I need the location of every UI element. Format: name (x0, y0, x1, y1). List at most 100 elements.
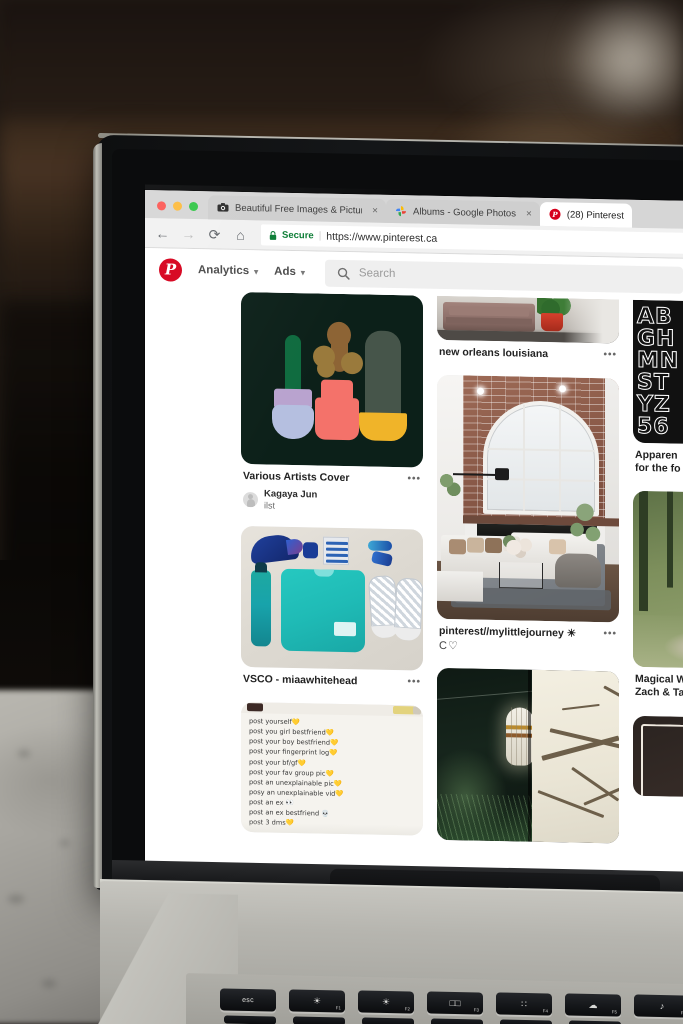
garden-blossom-artwork (633, 491, 683, 671)
pin-image[interactable] (437, 668, 619, 844)
pin-overflow-button[interactable]: ••• (407, 677, 421, 690)
back-button[interactable]: ← (155, 225, 170, 241)
pin-title-line2: Zach & Ta (635, 686, 683, 700)
feed-column-1: Various Artists Cover ••• Kagaya Jun ils… (241, 291, 423, 856)
laptop-lid-left-edge (93, 142, 102, 889)
pin-meta: Magical W Zach & Ta (633, 667, 683, 703)
cactus-cover-artwork (241, 291, 423, 468)
pin-author-names: Kagaya Jun ilst (264, 489, 317, 512)
search-input[interactable]: Search (324, 259, 683, 294)
pin-image[interactable]: post yourself💛 post you girl bestfriend💛… (241, 702, 423, 837)
pin-meta: pinterest//mylittlejourney ☀ ••• C♡ (437, 619, 619, 656)
browser-tab-2-title: Albums - Google Photos (413, 205, 516, 219)
scrunchie-item (368, 540, 392, 552)
pin-image[interactable] (633, 715, 683, 799)
browser-tab-2[interactable]: Albums - Google Photos × (386, 198, 540, 226)
pin-card[interactable]: AB GH MN ST YZ 56 Apparen for the fo (633, 299, 683, 479)
pin-title-row: Various Artists Cover ••• (243, 470, 421, 487)
key-esc[interactable]: esc (220, 988, 276, 1012)
key-f4[interactable]: ∷ F4 (496, 992, 552, 1016)
url-text: https://www.pinterest.ca (326, 230, 438, 245)
key-f6[interactable]: ♪ F6 (634, 994, 683, 1018)
pin-author[interactable]: Kagaya Jun ilst (243, 488, 421, 514)
pin-card[interactable]: Magical W Zach & Ta (633, 491, 683, 703)
key-f3-label: F3 (473, 1007, 479, 1013)
photo-scene: Beautiful Free Images & Pictur × Albums … (0, 0, 683, 1024)
address-bar[interactable]: Secure | https://www.pinterest.ca (261, 224, 683, 254)
close-window-button[interactable] (157, 201, 166, 211)
launchpad-icon: ∷ (521, 998, 527, 1009)
search-icon (337, 267, 350, 280)
pin-title-line2: for the fo (635, 461, 681, 475)
pin-card[interactable]: pinterest//mylittlejourney ☀ ••• C♡ (437, 374, 619, 656)
pin-meta: Apparen for the fo (633, 443, 683, 479)
browser-tab-3[interactable]: P (28) Pinterest (539, 201, 632, 228)
chevron-down-icon: ▾ (254, 266, 259, 276)
pin-title: VSCO - miaawhitehead (243, 673, 358, 688)
scrunchie-item-2 (370, 550, 394, 568)
feed-column-2: new orleans louisiana ••• pinterest//myl… (437, 295, 619, 860)
pin-image[interactable] (633, 491, 683, 671)
key-f5[interactable]: ☁ F5 (565, 993, 621, 1017)
key-f1[interactable]: ☀ F1 (289, 989, 345, 1013)
secure-label: Secure (282, 229, 314, 242)
key-row-2-e[interactable] (500, 1019, 552, 1024)
pin-card[interactable]: VSCO - miaawhitehead ••• (241, 526, 423, 690)
key-f3[interactable]: □□ F3 (427, 991, 483, 1015)
forward-button[interactable]: → (181, 225, 196, 241)
browser-tab-1-close[interactable]: × (372, 205, 378, 216)
pin-title: pinterest//mylittlejourney ☀ (439, 625, 577, 640)
key-row-2-c[interactable] (362, 1017, 414, 1024)
pin-overflow-button[interactable]: ••• (407, 473, 421, 486)
nav-analytics[interactable]: Analytics ▾ (198, 264, 258, 277)
pin-author-name: Kagaya Jun (264, 488, 318, 501)
key-row-2-a[interactable] (224, 1015, 276, 1024)
key-f5-label: F5 (611, 1009, 617, 1015)
browser-tab-2-close[interactable]: × (526, 208, 532, 219)
pin-title-row: VSCO - miaawhitehead ••• (243, 673, 421, 690)
pin-card[interactable] (633, 715, 683, 799)
reload-button[interactable]: ⟳ (207, 226, 222, 242)
pin-board-name: ilst (264, 499, 275, 511)
url-divider: | (318, 230, 322, 242)
pin-reaction-row[interactable]: C♡ (439, 639, 617, 656)
pin-overflow-button[interactable]: ••• (603, 349, 617, 362)
pin-card[interactable]: new orleans louisiana ••• (437, 295, 619, 363)
browser-tab-1[interactable]: Beautiful Free Images & Pictur × (208, 195, 386, 223)
key-f2[interactable]: ☀ F2 (358, 990, 414, 1014)
key-row-2-f[interactable] (569, 1020, 621, 1024)
key-f4-label: F4 (542, 1008, 548, 1014)
key-row-2-b[interactable] (293, 1016, 345, 1024)
pin-title-row: Apparen for the fo (635, 449, 683, 479)
cap-item (248, 533, 300, 565)
nav-ads[interactable]: Ads ▾ (274, 266, 305, 279)
window-controls[interactable] (153, 201, 208, 219)
marble-slab (531, 670, 619, 844)
key-f1-label: F1 (335, 1005, 341, 1011)
keyboard-backlight-down-icon: ☁ (588, 999, 598, 1010)
browser-window: Beautiful Free Images & Pictur × Albums … (145, 190, 683, 874)
list-items: post yourself💛 post you girl bestfriend💛… (249, 717, 423, 831)
pin-card[interactable] (437, 668, 619, 844)
minimize-window-button[interactable] (173, 201, 182, 211)
camera-icon (217, 203, 229, 212)
pin-meta: new orleans louisiana ••• (437, 340, 619, 363)
pin-image[interactable] (241, 291, 423, 468)
loft-interior-artwork (437, 374, 619, 623)
marble-panel-artwork (437, 668, 619, 844)
pin-image[interactable] (241, 526, 423, 671)
pin-card[interactable]: Various Artists Cover ••• Kagaya Jun ils… (241, 291, 423, 514)
poster-row: 56 (637, 413, 671, 440)
pin-overflow-button[interactable]: ••• (603, 628, 617, 641)
shoe-item-right (393, 577, 423, 642)
brightness-up-icon: ☀ (381, 996, 391, 1007)
pinterest-logo-icon[interactable]: P (159, 257, 182, 282)
key-row-2-d[interactable] (431, 1018, 483, 1024)
pin-image[interactable] (437, 295, 619, 344)
maximize-window-button[interactable] (189, 201, 198, 212)
pin-feed[interactable]: Various Artists Cover ••• Kagaya Jun ils… (145, 290, 683, 874)
pin-image[interactable] (437, 374, 619, 623)
home-button[interactable]: ⌂ (233, 226, 248, 242)
pin-card[interactable]: post yourself💛 post you girl bestfriend💛… (241, 702, 423, 837)
pin-image[interactable]: AB GH MN ST YZ 56 (633, 299, 683, 447)
